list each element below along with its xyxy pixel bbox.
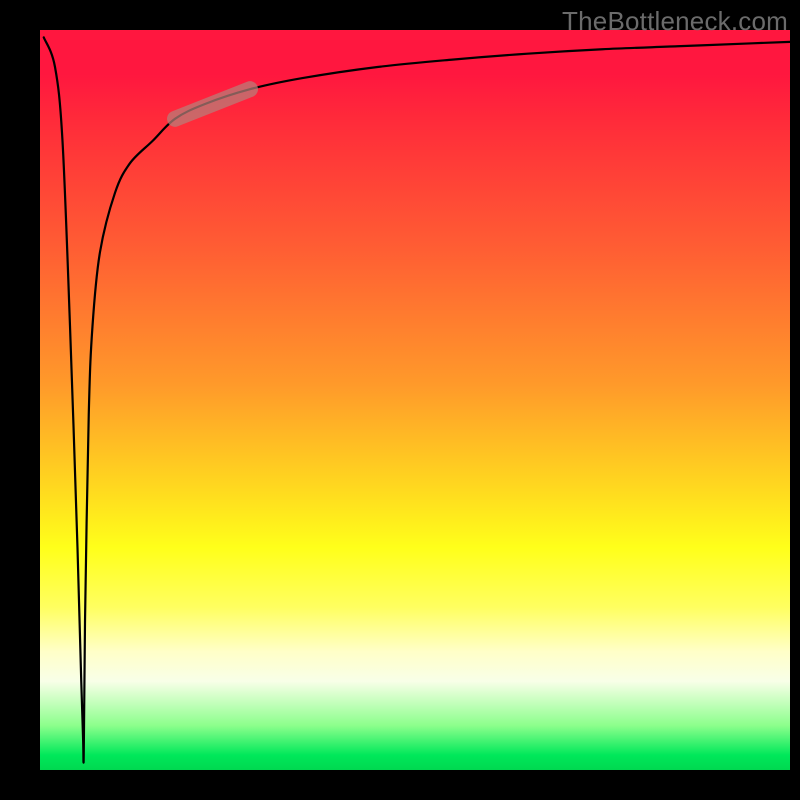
chart-frame: TheBottleneck.com bbox=[0, 0, 800, 800]
gradient-plot-area bbox=[40, 30, 790, 770]
curve-layer bbox=[40, 30, 790, 770]
bottleneck-curve bbox=[44, 37, 790, 762]
attribution-label: TheBottleneck.com bbox=[562, 6, 788, 37]
curve-highlight-pill bbox=[175, 89, 250, 119]
